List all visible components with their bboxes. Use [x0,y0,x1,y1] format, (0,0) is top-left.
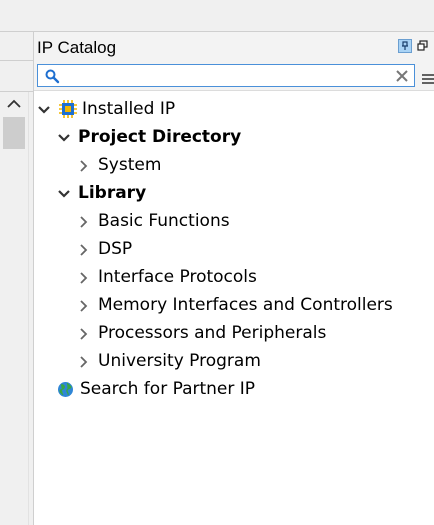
tree-item-label: Memory Interfaces and Controllers [98,295,393,315]
globe-icon [57,381,74,398]
ip-chip-icon [59,100,77,118]
menu-icon[interactable] [422,70,434,84]
chevron-right-icon[interactable] [77,242,91,256]
tree-item-label: DSP [98,239,133,259]
panel-title: IP Catalog [37,38,117,57]
tree-item-label: Project Directory [78,127,242,147]
ip-catalog-panel: IP Catalog Installed IP Project Director… [33,31,434,525]
search-icon [44,68,60,84]
tree-item-search-partner-ip[interactable]: Search for Partner IP [57,375,255,403]
tree-item-installed-ip[interactable]: Installed IP [37,95,175,123]
search-input[interactable] [64,66,384,85]
divider [0,60,33,61]
chevron-right-icon[interactable] [77,354,91,368]
tree-item-label: Processors and Peripherals [98,323,327,343]
pin-icon[interactable] [398,39,412,53]
tree-item-label: Search for Partner IP [80,379,256,399]
tree-item-memory-interfaces[interactable]: Memory Interfaces and Controllers [77,291,393,319]
tree-item-system[interactable]: System [77,151,161,179]
chevron-down-icon[interactable] [57,186,71,200]
scroll-up-arrow-icon[interactable] [5,96,23,112]
chevron-right-icon[interactable] [77,298,91,312]
panel-header: IP Catalog [34,31,434,62]
scrollbar-thumb[interactable] [3,117,25,149]
clear-icon[interactable] [394,68,410,84]
tree-item-basic-functions[interactable]: Basic Functions [77,207,230,235]
chevron-right-icon[interactable] [77,326,91,340]
chevron-down-icon[interactable] [57,130,71,144]
tree-item-interface-protocols[interactable]: Interface Protocols [77,263,257,291]
chevron-right-icon[interactable] [77,158,91,172]
chevron-right-icon[interactable] [77,270,91,284]
search-box [37,64,415,87]
tree-item-dsp[interactable]: DSP [77,235,132,263]
float-window-icon[interactable] [416,39,429,52]
tree-item-label: Basic Functions [98,211,230,231]
left-scrollbar[interactable] [0,92,29,525]
chevron-down-icon[interactable] [37,102,51,116]
divider [0,31,33,32]
search-row [34,61,434,91]
tree-item-label: University Program [98,351,261,371]
tree-item-project-directory[interactable]: Project Directory [57,123,241,151]
tree-item-library[interactable]: Library [57,179,146,207]
tree-item-label: Interface Protocols [98,267,257,287]
tree-item-processors[interactable]: Processors and Peripherals [77,319,326,347]
chevron-right-icon[interactable] [77,214,91,228]
tree-item-label: System [98,155,162,175]
tree-item-label: Installed IP [82,99,176,119]
tree-item-label: Library [78,183,147,203]
tree-item-university-program[interactable]: University Program [77,347,261,375]
